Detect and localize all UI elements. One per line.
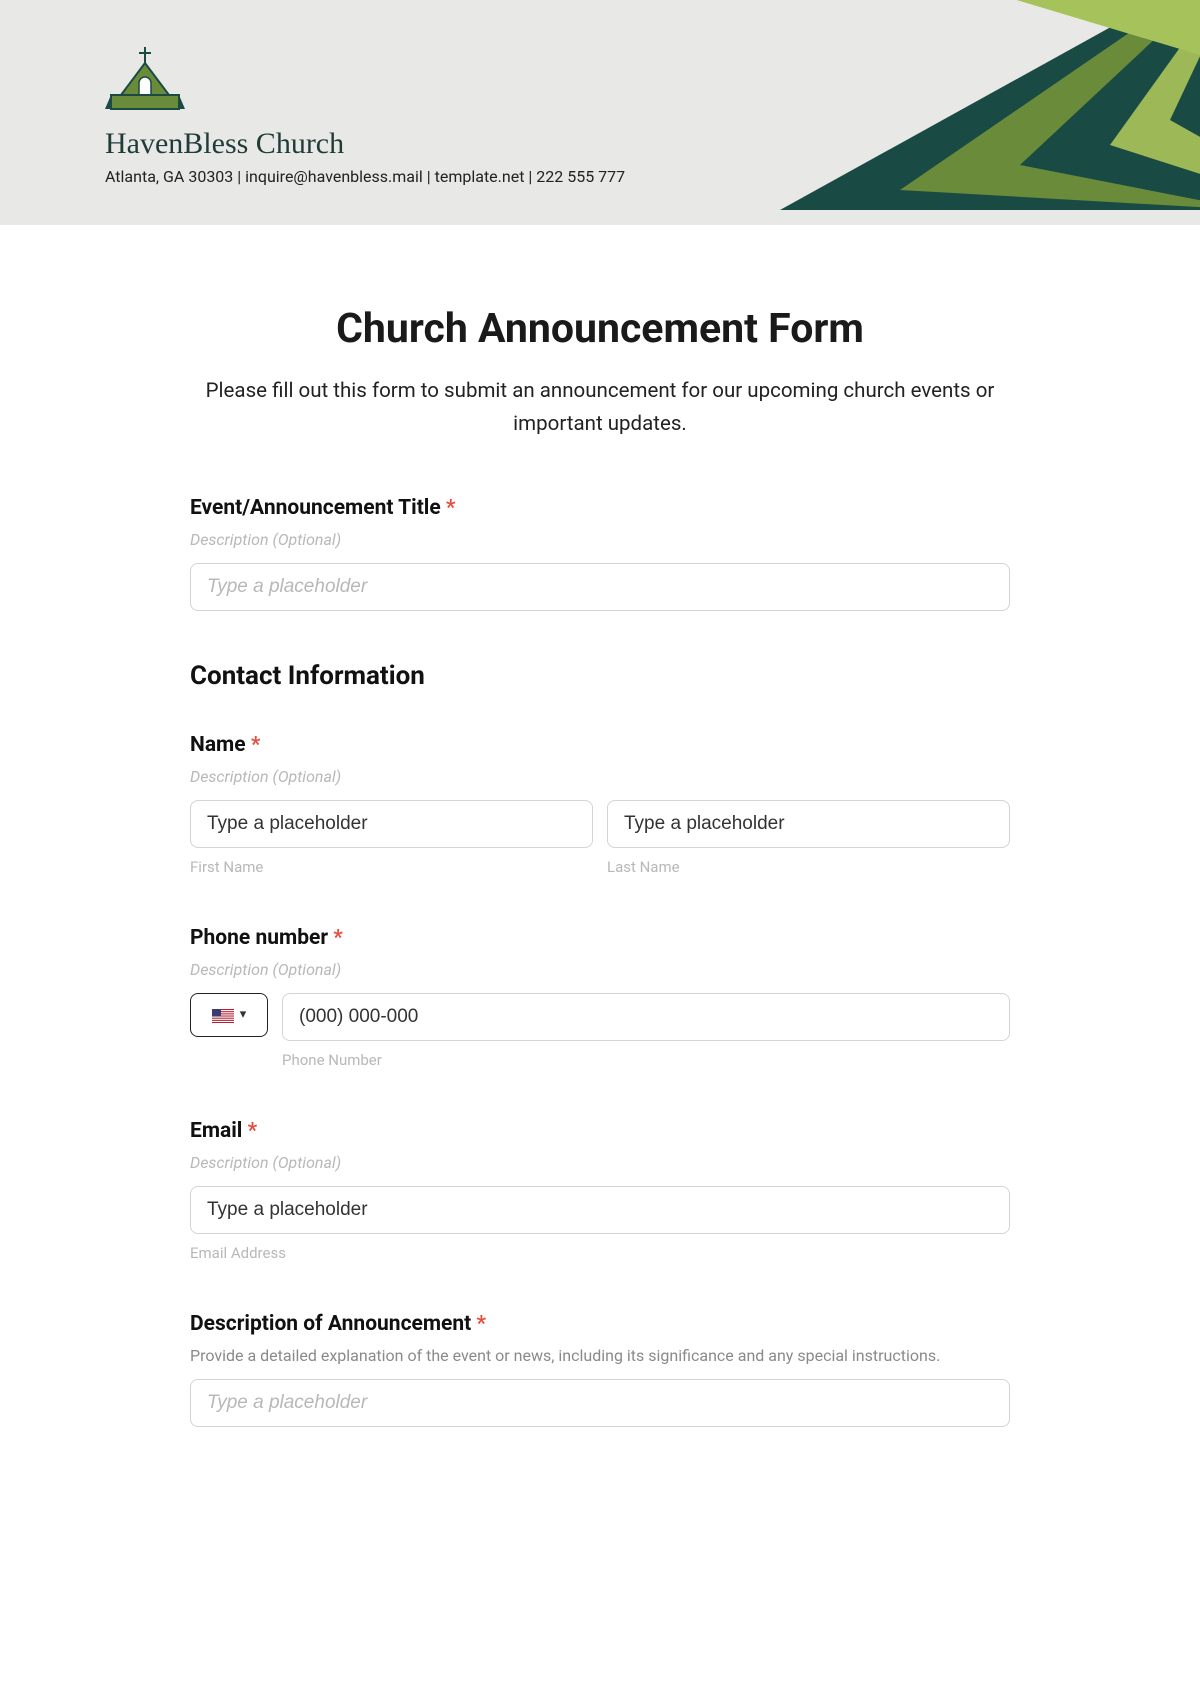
phone-sublabel: Phone Number (282, 1051, 1010, 1069)
church-contact-line: Atlanta, GA 30303 | inquire@havenbless.m… (105, 167, 625, 186)
contact-info-heading: Contact Information (190, 661, 1010, 691)
country-code-selector[interactable]: ▾ (190, 993, 268, 1037)
phone-number-input[interactable] (282, 993, 1010, 1041)
required-mark: * (446, 496, 456, 520)
name-label-text: Name (190, 733, 251, 757)
church-logo (105, 45, 625, 119)
decorative-rays (550, 0, 1200, 225)
email-field: Email * Description (Optional) Email Add… (190, 1119, 1010, 1262)
event-title-input[interactable] (190, 563, 1010, 611)
last-name-sublabel: Last Name (607, 858, 1010, 876)
required-mark: * (248, 1119, 258, 1143)
page-header: HavenBless Church Atlanta, GA 30303 | in… (0, 0, 1200, 225)
event-title-field: Event/Announcement Title * Description (… (190, 496, 1010, 611)
form-container: Church Announcement Form Please fill out… (190, 225, 1010, 1477)
description-label-text: Description of Announcement (190, 1312, 477, 1336)
name-label: Name * (190, 733, 1010, 757)
event-title-desc: Description (Optional) (190, 530, 1010, 549)
name-desc: Description (Optional) (190, 767, 1010, 786)
form-subtitle: Please fill out this form to submit an a… (190, 375, 1010, 441)
phone-label-text: Phone number (190, 926, 333, 950)
required-mark: * (251, 733, 261, 757)
form-title: Church Announcement Form (190, 305, 1010, 353)
phone-field: Phone number * Description (Optional) (190, 926, 1010, 1069)
email-label-text: Email (190, 1119, 248, 1143)
required-mark: * (333, 926, 343, 950)
email-sublabel: Email Address (190, 1244, 1010, 1262)
event-title-label: Event/Announcement Title * (190, 496, 1010, 520)
church-name: HavenBless Church (105, 127, 625, 161)
description-desc: Provide a detailed explanation of the ev… (190, 1346, 1010, 1365)
first-name-input[interactable] (190, 800, 593, 848)
event-title-label-text: Event/Announcement Title (190, 496, 446, 520)
first-name-sublabel: First Name (190, 858, 593, 876)
email-desc: Description (Optional) (190, 1153, 1010, 1172)
chevron-down-icon: ▾ (240, 1007, 247, 1022)
header-content: HavenBless Church Atlanta, GA 30303 | in… (105, 45, 625, 186)
description-field: Description of Announcement * Provide a … (190, 1312, 1010, 1427)
phone-desc: Description (Optional) (190, 960, 1010, 979)
required-mark: * (477, 1312, 487, 1336)
description-input[interactable] (190, 1379, 1010, 1427)
phone-label: Phone number * (190, 926, 1010, 950)
last-name-input[interactable] (607, 800, 1010, 848)
flag-us-icon (212, 1008, 234, 1022)
email-input[interactable] (190, 1186, 1010, 1234)
description-label: Description of Announcement * (190, 1312, 1010, 1336)
email-label: Email * (190, 1119, 1010, 1143)
name-field: Name * Description (Optional) First Name… (190, 733, 1010, 876)
